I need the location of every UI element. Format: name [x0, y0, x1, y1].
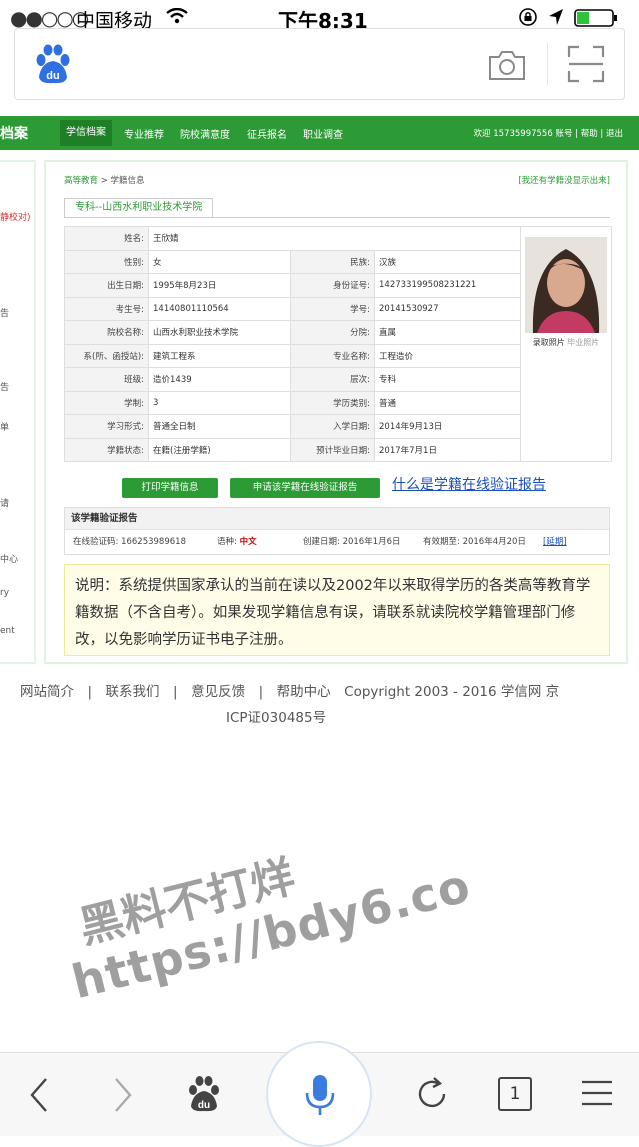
location-icon	[549, 9, 563, 25]
nav-zhengbing-baoming[interactable]: 征兵报名	[247, 126, 287, 141]
address-bar[interactable]: du	[14, 28, 625, 100]
photo-tabs: 录取照片 毕业照片	[525, 337, 607, 348]
sidebar-item[interactable]: 告	[0, 306, 9, 319]
footer-icp: ICP证030485号	[226, 710, 327, 726]
site-name: 档案	[0, 126, 28, 142]
rotation-lock-icon	[519, 8, 537, 26]
forward-icon[interactable]	[108, 1075, 136, 1115]
breadcrumb-home[interactable]: 高等教育	[64, 176, 98, 186]
breadcrumb-current: 学籍信息	[110, 176, 145, 186]
back-icon[interactable]	[26, 1075, 54, 1115]
verification-report: 该学籍验证报告 在线验证码: 166253989618 语种: 中文 创建日期:…	[64, 507, 610, 555]
baidu-paw-icon[interactable]: du	[33, 43, 73, 85]
sidebar-item[interactable]: 告	[0, 380, 9, 393]
table-row: 姓名: 王欣婧 录取照片 毕业照片	[64, 226, 612, 462]
scan-icon[interactable]	[567, 45, 605, 83]
verification-code: 166253989618	[121, 537, 186, 547]
left-sidebar: 静校对) 告 告 单 请 中心 ry ent	[0, 160, 36, 664]
divider	[64, 217, 610, 218]
tab-school[interactable]: 专科--山西水利职业技术学院	[64, 198, 214, 218]
sidebar-item[interactable]: ent	[0, 626, 15, 636]
sidebar-item[interactable]: 单	[0, 420, 9, 433]
microphone-icon	[305, 1075, 335, 1115]
svg-text:du: du	[46, 70, 59, 82]
menu-icon[interactable]	[582, 1079, 612, 1107]
browser-toolbar: du 1	[0, 1041, 639, 1147]
tab-grad-photo[interactable]: 毕业照片	[567, 338, 599, 347]
missing-record-link[interactable]: [我还有学籍没显示出来]	[518, 174, 610, 186]
nav-zhiye-diaocha[interactable]: 职业调查	[303, 126, 343, 141]
top-nav: 档案 学信档案 专业推荐 院校满意度 征兵报名 职业调查 欢迎 15735997…	[0, 116, 639, 150]
student-record-panel: 高等教育 > 学籍信息 [我还有学籍没显示出来] 专科--山西水利职业技术学院 …	[44, 160, 628, 664]
nav-xuexin-dangan[interactable]: 学信档案	[60, 120, 112, 146]
tab-enroll-photo[interactable]: 录取照片	[533, 338, 565, 347]
student-photo	[525, 237, 607, 333]
divider	[547, 43, 548, 85]
camera-icon[interactable]	[487, 47, 527, 83]
report-language: 中文	[239, 537, 257, 547]
nav-yuanxiao-manyidu[interactable]: 院校满意度	[180, 126, 230, 141]
verification-title: 该学籍验证报告	[65, 508, 609, 530]
expire-date: 2016年4月20日	[462, 537, 526, 547]
student-info-table: 姓名: 王欣婧 录取照片 毕业照片 性别: 女 民族: 汉族 出生日期: 199…	[64, 226, 612, 462]
baidu-home-icon[interactable]: du	[186, 1075, 222, 1113]
created-date: 2016年1月6日	[342, 537, 401, 547]
nav-zhuanye-tuijian[interactable]: 专业推荐	[124, 126, 164, 141]
notice-box: 说明：系统提供国家承认的当前在读以及2002年以来取得学历的各类高等教育学籍数据…	[64, 564, 610, 656]
user-info[interactable]: 欢迎 15735997556 账号 | 帮助 | 退出	[474, 127, 623, 139]
apply-verify-report-button[interactable]: 申请该学籍在线验证报告	[230, 478, 380, 498]
sidebar-item[interactable]: ry	[0, 588, 9, 598]
tabs-count-button[interactable]: 1	[498, 1077, 532, 1111]
footer-links[interactable]: 网站简介 | 联系我们 | 意见反馈 | 帮助中心 Copyright 2003…	[20, 680, 559, 700]
print-record-button[interactable]: 打印学籍信息	[122, 478, 218, 498]
photo-cell: 录取照片 毕业照片	[520, 226, 612, 462]
sidebar-item[interactable]: 中心	[0, 552, 18, 565]
svg-text:du: du	[198, 1100, 210, 1111]
voice-search-button[interactable]	[266, 1041, 372, 1147]
what-is-report-link[interactable]: 什么是学籍在线验证报告	[392, 474, 546, 494]
sidebar-item[interactable]: 静校对)	[0, 210, 31, 223]
refresh-icon[interactable]	[414, 1075, 450, 1113]
wifi-icon	[166, 8, 188, 24]
extend-link[interactable]: [延期]	[543, 535, 567, 547]
breadcrumb: 高等教育 > 学籍信息	[64, 176, 145, 186]
battery-icon	[574, 9, 617, 27]
sidebar-item[interactable]: 请	[0, 496, 9, 509]
